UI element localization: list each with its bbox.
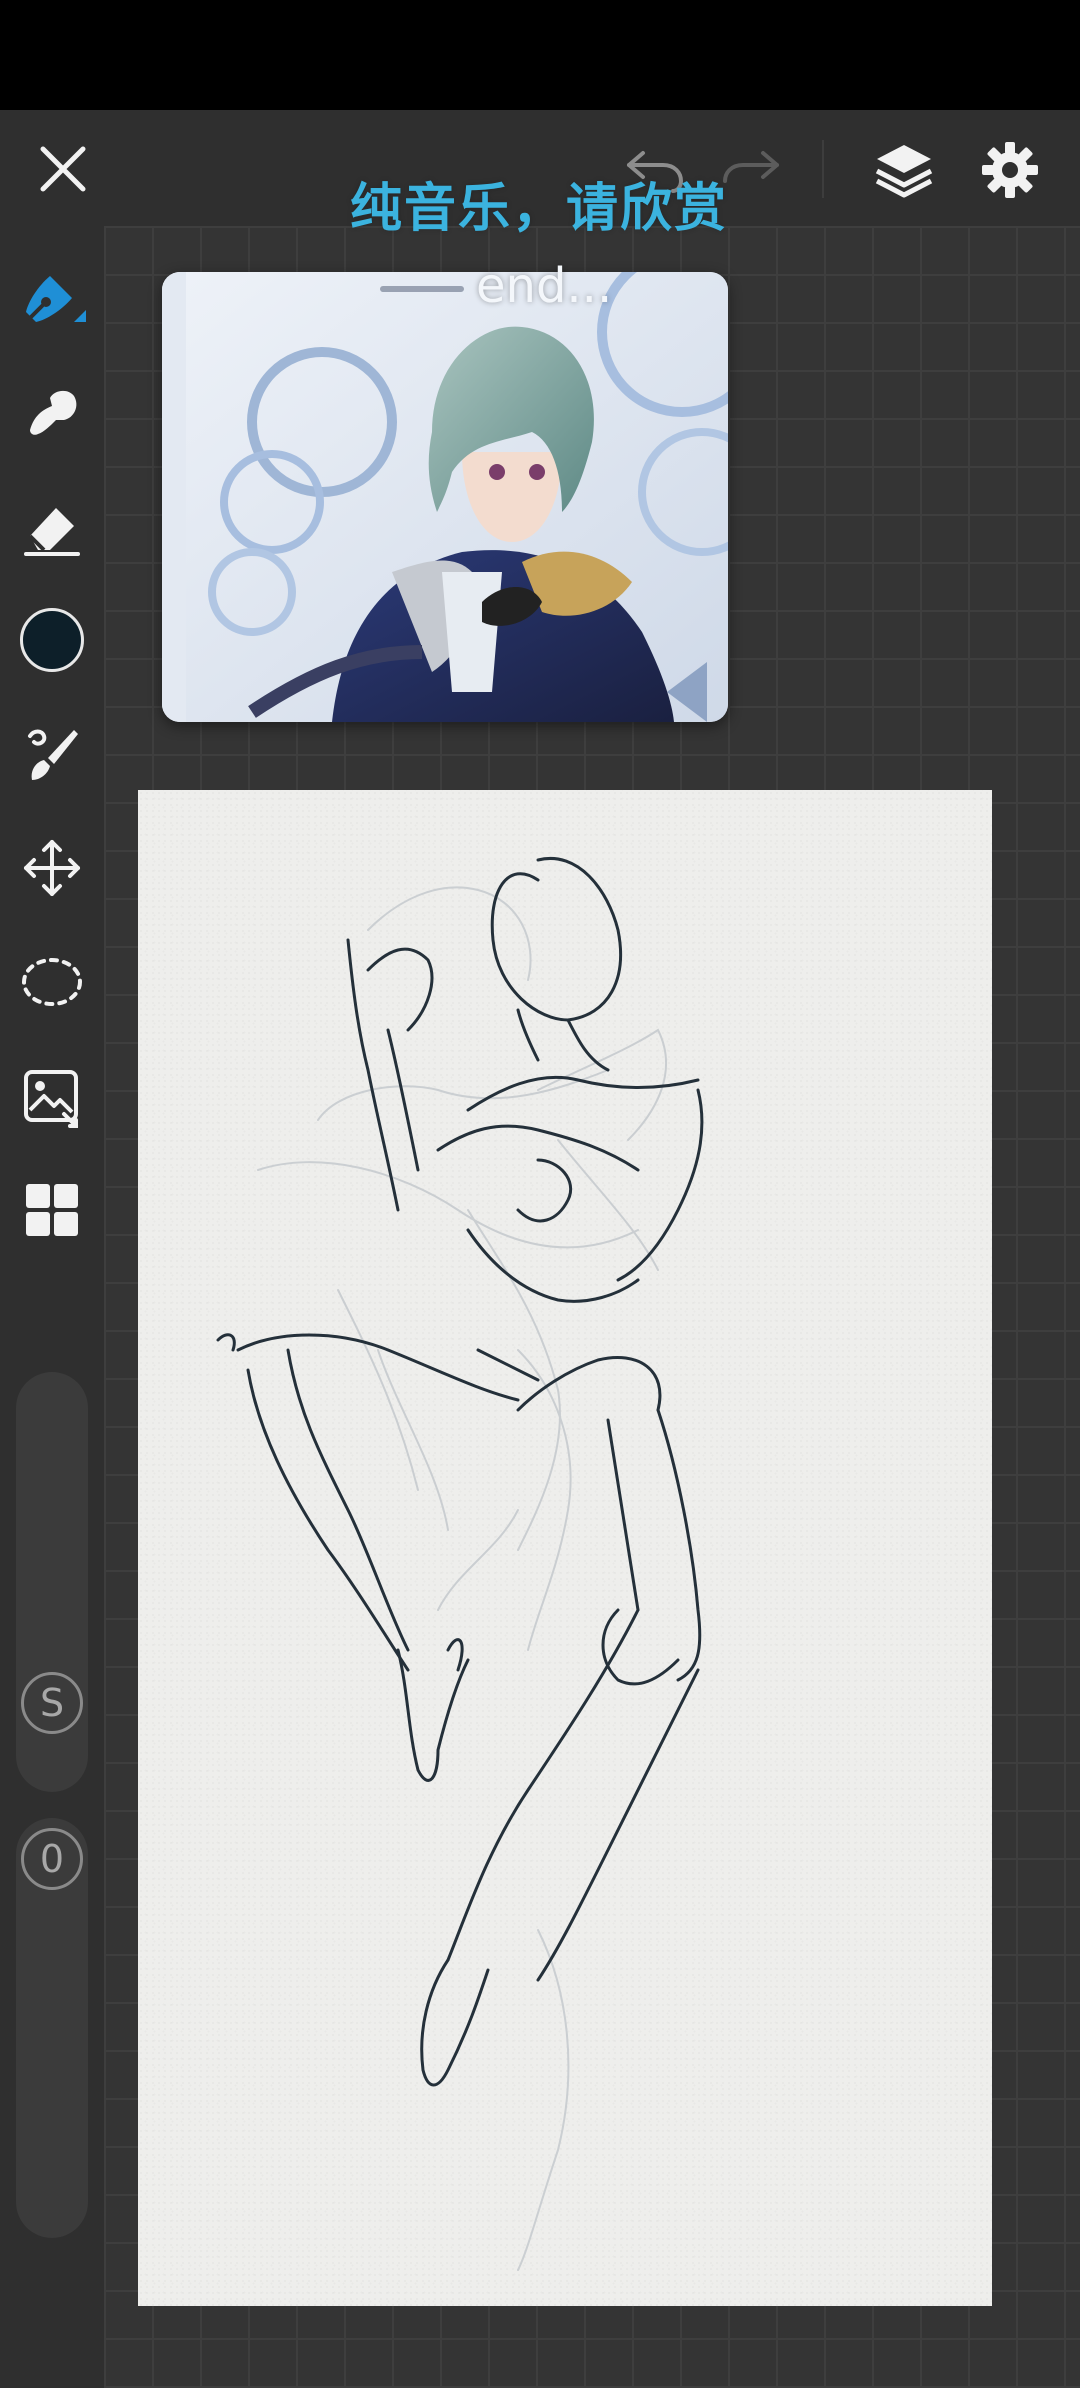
close-icon[interactable] (28, 134, 98, 204)
lasso-icon (22, 958, 82, 1006)
smudge-icon (30, 390, 77, 435)
drawing-app-screen: 纯音乐，请欣赏 end... S 0 (0, 0, 1080, 2388)
smudge-tool[interactable] (10, 370, 94, 454)
pen-icon (26, 276, 86, 322)
grid-icon (26, 1184, 78, 1236)
drawing-canvas[interactable] (138, 790, 992, 2306)
left-toolbar: S 0 (0, 226, 104, 2388)
layers-icon[interactable] (868, 134, 940, 206)
brush-tool[interactable] (10, 712, 94, 796)
gear-icon[interactable] (974, 134, 1046, 206)
brush-size-slider[interactable]: S (16, 1372, 88, 1792)
move-icon (24, 840, 80, 896)
opacity-slider[interactable]: 0 (16, 1818, 88, 2238)
sketch-strokes (216, 857, 704, 2271)
overlay-caption: 纯音乐，请欣赏 (350, 179, 729, 239)
lasso-tool[interactable] (10, 940, 94, 1024)
overlay-subcaption: end... (476, 258, 613, 314)
eraser-icon (24, 508, 80, 556)
color-swatch (20, 608, 84, 672)
more-tools[interactable] (10, 1168, 94, 1252)
toolbar-divider (822, 140, 824, 198)
image-import-icon (24, 1070, 78, 1128)
image-import-tool[interactable] (10, 1054, 94, 1138)
color-picker[interactable] (10, 598, 94, 682)
reference-image (162, 272, 728, 722)
size-slider-knob[interactable]: S (21, 1672, 83, 1734)
pen-tool[interactable] (10, 256, 94, 340)
transform-tool[interactable] (10, 826, 94, 910)
eraser-tool[interactable] (10, 484, 94, 568)
brush-icon (28, 729, 78, 780)
reference-image-window[interactable] (162, 272, 728, 722)
overlay-dash (380, 286, 464, 292)
opacity-slider-knob[interactable]: 0 (21, 1828, 83, 1890)
status-bar (0, 0, 1080, 110)
